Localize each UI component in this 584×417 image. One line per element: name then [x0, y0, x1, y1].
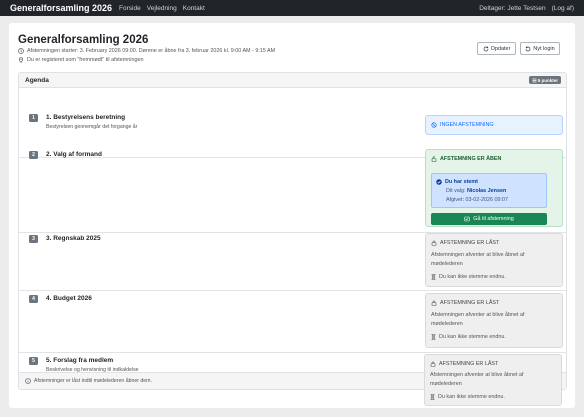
ban-icon	[431, 122, 437, 128]
vote-choice-name: Nicolas Jensen	[466, 188, 507, 194]
agenda-item-3: 3 3. Regnskab 2025 AFSTEMNING ER LÅST Af…	[19, 233, 566, 291]
status-text: Afstemningen afventer at blive åbnet af …	[431, 312, 525, 327]
vote-choice-prefix: Dit valg:	[446, 188, 466, 194]
nav-link-vejledning[interactable]: Vejledning	[147, 5, 177, 12]
agenda-item-2: 2 2. Valg af formand AFSTEMNING ER ÅBEN …	[19, 149, 566, 233]
nav-link-kontakt[interactable]: Kontakt	[183, 5, 205, 12]
registration-text: Du er registeret som "fremmødt" til afst…	[27, 57, 144, 63]
status-label: AFSTEMNING ER LÅST	[440, 300, 500, 306]
status-open: AFSTEMNING ER ÅBEN Du har stemt Dit valg…	[425, 149, 563, 227]
agenda-card: Agenda 5 punkter 1 1. Bestyrelsens beret…	[18, 72, 567, 390]
new-login-button[interactable]: Nyt login	[520, 42, 560, 55]
item-description: Bestyrelsen gennemgår det forgange år	[46, 124, 138, 130]
schedule-text: Afstemningen starter: 3. February 2026 0…	[27, 48, 276, 54]
status-header: AFSTEMNING ER LÅST	[431, 300, 499, 306]
status-label: AFSTEMNING ER LÅST	[440, 240, 500, 246]
login-icon	[525, 46, 531, 52]
agenda-title: Agenda	[25, 77, 49, 84]
schedule-info: Afstemningen starter: 3. February 2026 0…	[18, 48, 275, 54]
footer-note: Afstemninger er låst indtil mødelederen …	[34, 378, 152, 384]
participant-name: Deltager: Jette Testsen	[479, 4, 546, 12]
list-icon	[532, 78, 537, 83]
status-label: AFSTEMNING ER ÅBEN	[440, 156, 502, 162]
go-to-vote-button[interactable]: Gå til afstemning	[431, 213, 547, 225]
lock-icon	[430, 361, 436, 367]
nav-link-forside[interactable]: Forside	[119, 5, 141, 12]
hourglass-icon	[431, 274, 436, 280]
unlock-icon	[431, 156, 437, 162]
page-title: Generalforsamling 2026	[18, 34, 149, 46]
item-title: 4. Budget 2026	[46, 295, 92, 302]
registration-info: Du er registeret som "fremmødt" til afst…	[18, 57, 143, 63]
lock-icon	[431, 240, 437, 246]
refresh-button[interactable]: Opdater	[477, 42, 516, 55]
top-navbar: Generalforsamling 2026 Forside Vejlednin…	[0, 0, 584, 16]
item-number-badge: 5	[29, 357, 38, 365]
status-no-vote: INGEN AFSTEMNING	[425, 115, 563, 135]
hourglass-icon	[431, 334, 436, 340]
voted-title: Du har stemt	[436, 179, 478, 185]
status-locked: AFSTEMNING ER LÅST Afstemningen afventer…	[425, 233, 563, 287]
item-number-badge: 1	[29, 114, 38, 122]
status-header: AFSTEMNING ER ÅBEN	[431, 156, 501, 162]
agenda-item-4: 4 4. Budget 2026 AFSTEMNING ER LÅST Afst…	[19, 291, 566, 353]
navbar-user: Deltager: Jette Testsen (Log af)	[479, 5, 574, 12]
vote-cast-time: Afgivet: 03-02-2026 09:07	[446, 197, 509, 203]
new-login-label: Nyt login	[533, 45, 555, 52]
refresh-label: Opdater	[490, 45, 511, 52]
status-locked: AFSTEMNING ER LÅST Afstemningen afventer…	[425, 293, 563, 348]
ballot-icon	[464, 216, 470, 222]
agenda-count-label: 5 punkter	[537, 77, 558, 83]
refresh-icon	[483, 46, 489, 52]
status-note: Du kan ikke stemme endnu.	[431, 274, 506, 280]
info-icon	[25, 378, 31, 384]
status-note-text: Du kan ikke stemme endnu.	[438, 394, 505, 400]
agenda-header: Agenda 5 punkter	[19, 73, 566, 88]
status-header: AFSTEMNING ER LÅST	[430, 361, 498, 367]
agenda-count-badge: 5 punkter	[528, 76, 561, 84]
status-text: Afstemningen afventer at blive åbnet af …	[430, 372, 524, 387]
location-icon	[18, 57, 24, 63]
status-note: Du kan ikke stemme endnu.	[430, 394, 505, 400]
item-number-badge: 3	[29, 235, 38, 243]
logout-link[interactable]: (Log af)	[552, 5, 574, 12]
navbar-brand[interactable]: Generalforsamling 2026	[10, 3, 112, 13]
status-label: INGEN AFSTEMNING	[440, 122, 494, 128]
status-note-text: Du kan ikke stemme endnu.	[439, 274, 506, 280]
status-header: AFSTEMNING ER LÅST	[431, 240, 499, 246]
status-header: INGEN AFSTEMNING	[431, 122, 494, 128]
go-to-vote-label: Gå til afstemning	[473, 216, 514, 222]
main-content: Generalforsamling 2026 Afstemningen star…	[9, 23, 575, 408]
hourglass-icon	[430, 394, 435, 400]
item-title: 2. Valg af formand	[46, 151, 102, 158]
item-title: 1. Bestyrelsens beretning	[46, 114, 126, 121]
item-title: 5. Forslag fra medlem	[46, 357, 114, 364]
voted-panel: Du har stemt Dit valg: Nicolas Jensen Af…	[431, 173, 547, 208]
clock-icon	[18, 48, 24, 54]
status-label: AFSTEMNING ER LÅST	[439, 361, 499, 367]
voted-title-text: Du har stemt	[445, 179, 478, 185]
status-text: Afstemningen afventer at blive åbnet af …	[431, 252, 525, 267]
item-title: 3. Regnskab 2025	[46, 235, 101, 242]
status-locked-item-5: AFSTEMNING ER LÅST Afstemningen afventer…	[424, 354, 562, 406]
item-number-badge: 4	[29, 295, 38, 303]
vote-choice: Dit valg: Nicolas Jensen	[446, 188, 506, 194]
lock-icon	[431, 300, 437, 306]
status-note-text: Du kan ikke stemme endnu.	[439, 334, 506, 340]
status-note: Du kan ikke stemme endnu.	[431, 334, 506, 340]
check-circle-icon	[436, 179, 442, 185]
item-number-badge: 2	[29, 151, 38, 159]
